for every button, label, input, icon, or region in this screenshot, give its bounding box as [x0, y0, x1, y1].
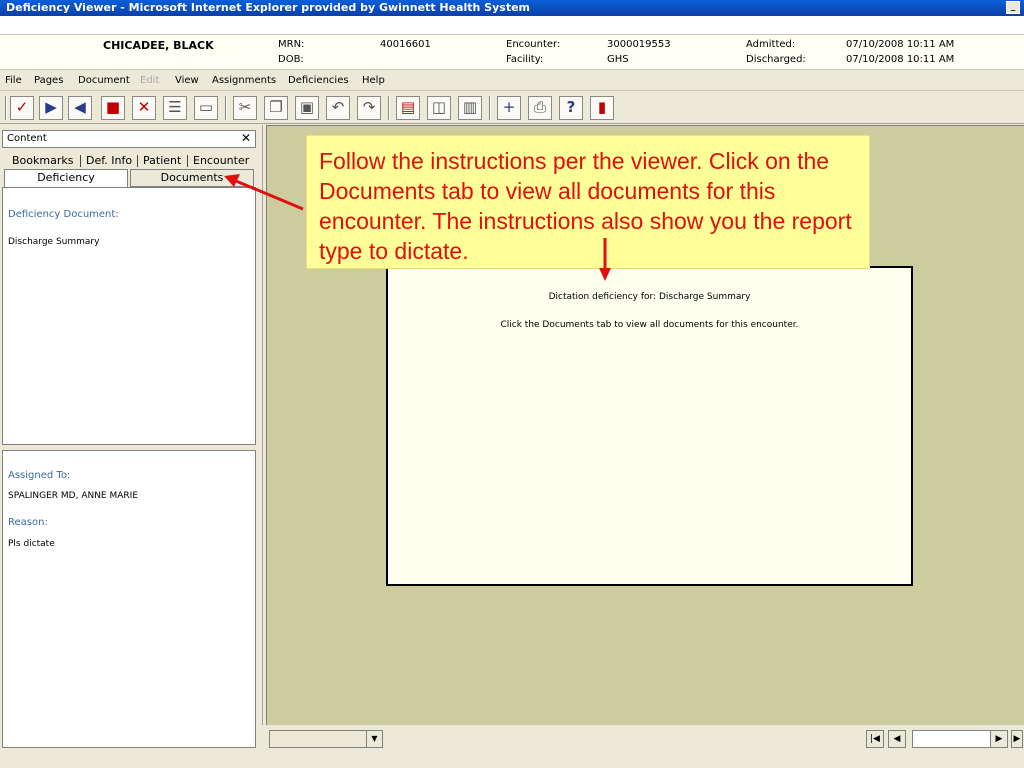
admitted-value: 07/10/2008 10:11 AM: [846, 39, 955, 50]
encounter-label: Encounter:: [506, 39, 561, 50]
print-icon[interactable]: ⎙: [528, 96, 552, 120]
redo-icon[interactable]: ↷: [357, 96, 381, 120]
exit-icon[interactable]: ▮: [590, 96, 614, 120]
toolbar-separator: [5, 96, 7, 120]
chevron-down-icon[interactable]: ▼: [366, 731, 382, 747]
add-icon[interactable]: +: [497, 96, 521, 120]
callout-text: Follow the instructions per the viewer. …: [319, 148, 852, 264]
toolbar-separator: [489, 96, 491, 120]
menu-document[interactable]: Document: [78, 75, 130, 86]
tab-separator: [187, 155, 188, 167]
menu-view[interactable]: View: [175, 75, 199, 86]
single-page-icon[interactable]: ▤: [396, 96, 420, 120]
document-line-1: Dictation deficiency for: Discharge Summ…: [548, 292, 751, 302]
check-icon[interactable]: ✓: [10, 96, 34, 120]
menu-file[interactable]: File: [5, 75, 22, 86]
assigned-to-value: SPALINGER MD, ANNE MARIE: [8, 491, 138, 501]
dob-label: DOB:: [278, 54, 304, 65]
page-select[interactable]: ▼: [269, 730, 383, 748]
tab-separator: [80, 155, 81, 167]
horizontal-scrollbar[interactable]: [912, 730, 1000, 748]
prev-icon[interactable]: ◀: [68, 96, 92, 120]
menu-edit: Edit: [140, 75, 160, 86]
close-icon[interactable]: ✕: [239, 132, 253, 146]
address-gap: [0, 16, 1024, 34]
minimize-button[interactable]: _: [1006, 1, 1020, 14]
two-page-icon[interactable]: ▥: [458, 96, 482, 120]
window-title-bar: Deficiency Viewer - Microsoft Internet E…: [0, 0, 1024, 16]
deficiency-content: Deficiency Document: Discharge Summary: [2, 187, 256, 445]
window-title: Deficiency Viewer - Microsoft Internet E…: [6, 1, 531, 14]
tab-def-info[interactable]: Def. Info: [86, 154, 132, 167]
note2-icon[interactable]: ▭: [194, 96, 218, 120]
assigned-to-label: Assigned To:: [8, 470, 71, 481]
patient-name: CHICADEE, BLACK: [103, 39, 214, 52]
document-line-2: Click the Documents tab to view all docu…: [500, 320, 799, 330]
menu-help[interactable]: Help: [362, 75, 385, 86]
content-panel: Content ✕ Bookmarks Def. Info Patient En…: [0, 125, 262, 768]
tab-bookmarks[interactable]: Bookmarks: [12, 154, 73, 167]
bookmark-icon[interactable]: ■: [101, 96, 125, 120]
tab-documents[interactable]: Documents: [130, 169, 254, 187]
menu-assignments[interactable]: Assignments: [212, 75, 276, 86]
tab-separator: [137, 155, 138, 167]
first-page-icon[interactable]: |◀: [866, 730, 884, 748]
reason-label: Reason:: [8, 517, 48, 528]
document-page: Dictation deficiency for: Discharge Summ…: [386, 266, 913, 586]
deficiency-document-value: Discharge Summary: [8, 237, 100, 247]
tab-row-bottom: Deficiency Documents: [2, 169, 256, 187]
undo-icon[interactable]: ↶: [326, 96, 350, 120]
encounter-value: 3000019553: [607, 39, 671, 50]
admitted-label: Admitted:: [746, 39, 796, 50]
assignment-content: Assigned To: SPALINGER MD, ANNE MARIE Re…: [2, 450, 256, 748]
help-icon[interactable]: ?: [559, 96, 583, 120]
patient-info-bar: CHICADEE, BLACK MRN: 40016601 DOB: Encou…: [0, 34, 1024, 70]
next-icon[interactable]: ▶: [39, 96, 63, 120]
facility-label: Facility:: [506, 54, 544, 65]
paste-icon[interactable]: ▣: [295, 96, 319, 120]
menu-deficiencies[interactable]: Deficiencies: [288, 75, 349, 86]
discharged-label: Discharged:: [746, 54, 806, 65]
tab-encounter[interactable]: Encounter: [193, 154, 249, 167]
toolbar: ✓ ▶ ◀ ■ ✕ ☰ ▭ ✂ ❐ ▣ ↶ ↷ ▤ ◫ ▥ + ⎙ ? ▮: [0, 92, 1024, 124]
mrn-value: 40016601: [380, 39, 431, 50]
menu-pages[interactable]: Pages: [34, 75, 63, 86]
tab-deficiency[interactable]: Deficiency: [4, 169, 128, 187]
next-page-icon[interactable]: ▶: [990, 730, 1008, 748]
menu-bar: File Pages Document Edit View Assignment…: [0, 71, 1024, 91]
instruction-callout: Follow the instructions per the viewer. …: [306, 135, 870, 269]
tab-row-top: Bookmarks Def. Info Patient Encounter: [2, 153, 256, 169]
viewer-bottom-bar: ▼ |◀ ◀ ▶ ▶: [262, 725, 1024, 768]
split-view-icon[interactable]: ◫: [427, 96, 451, 120]
copy-icon[interactable]: ❐: [264, 96, 288, 120]
facility-value: GHS: [607, 54, 629, 65]
content-panel-title: Content: [7, 133, 47, 144]
content-panel-header: Content ✕: [2, 130, 256, 148]
prev-page-icon[interactable]: ◀: [888, 730, 906, 748]
last-page-icon[interactable]: ▶: [1011, 730, 1023, 748]
toolbar-separator: [225, 96, 227, 120]
deficiency-document-label: Deficiency Document:: [8, 209, 119, 220]
toolbar-separator: [388, 96, 390, 120]
delete-icon[interactable]: ✕: [132, 96, 156, 120]
reason-value: Pls dictate: [8, 539, 55, 549]
mrn-label: MRN:: [278, 39, 305, 50]
discharged-value: 07/10/2008 10:11 AM: [846, 54, 955, 65]
note-icon[interactable]: ☰: [163, 96, 187, 120]
tab-patient[interactable]: Patient: [143, 154, 181, 167]
cut-icon[interactable]: ✂: [233, 96, 257, 120]
